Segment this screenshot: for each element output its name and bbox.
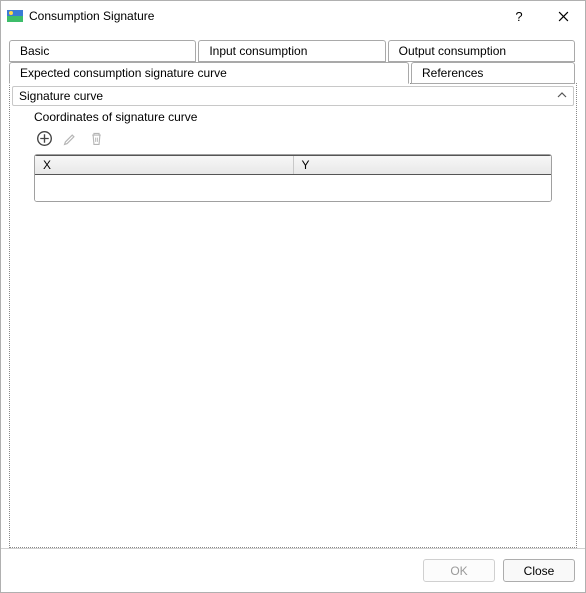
close-window-button[interactable] bbox=[541, 1, 585, 31]
tab-panel: Signature curve Coordinates of signature… bbox=[9, 83, 577, 548]
tab-label: Input consumption bbox=[209, 44, 307, 58]
table-header: X Y bbox=[35, 155, 551, 175]
edit-row-button bbox=[60, 128, 80, 148]
tab-label: References bbox=[422, 66, 483, 80]
content-area: Basic Input consumption Output consumpti… bbox=[1, 31, 585, 548]
column-x[interactable]: X bbox=[35, 156, 294, 174]
title-bar: Consumption Signature ? bbox=[1, 1, 585, 31]
dialog-footer: OK Close bbox=[1, 548, 585, 592]
tab-label: Basic bbox=[20, 44, 49, 58]
section-label: Coordinates of signature curve bbox=[12, 106, 574, 128]
tab-strip: Basic Input consumption Output consumpti… bbox=[9, 39, 577, 83]
tab-basic[interactable]: Basic bbox=[9, 40, 196, 62]
accordion-signature-curve[interactable]: Signature curve bbox=[12, 86, 574, 106]
tab-label: Expected consumption signature curve bbox=[20, 66, 227, 80]
table-body[interactable] bbox=[35, 175, 551, 201]
column-y[interactable]: Y bbox=[294, 156, 552, 174]
app-icon bbox=[7, 8, 23, 24]
ok-button: OK bbox=[423, 559, 495, 582]
help-button[interactable]: ? bbox=[497, 1, 541, 31]
accordion-title: Signature curve bbox=[19, 89, 103, 103]
tab-references[interactable]: References bbox=[411, 62, 575, 84]
button-label: Close bbox=[524, 564, 555, 578]
tab-expected-curve[interactable]: Expected consumption signature curve bbox=[9, 62, 409, 84]
button-label: OK bbox=[450, 564, 467, 578]
tab-input-consumption[interactable]: Input consumption bbox=[198, 40, 385, 62]
table-toolbar bbox=[12, 128, 574, 154]
delete-row-button bbox=[86, 128, 106, 148]
tab-output-consumption[interactable]: Output consumption bbox=[388, 40, 575, 62]
window-controls: ? bbox=[497, 1, 585, 31]
close-button[interactable]: Close bbox=[503, 559, 575, 582]
tab-label: Output consumption bbox=[399, 44, 506, 58]
chevron-up-icon bbox=[557, 91, 567, 102]
window-title: Consumption Signature bbox=[29, 9, 497, 23]
coordinates-table[interactable]: X Y bbox=[34, 154, 552, 202]
add-row-button[interactable] bbox=[34, 128, 54, 148]
dialog-window: Consumption Signature ? Basic Input cons… bbox=[0, 0, 586, 593]
